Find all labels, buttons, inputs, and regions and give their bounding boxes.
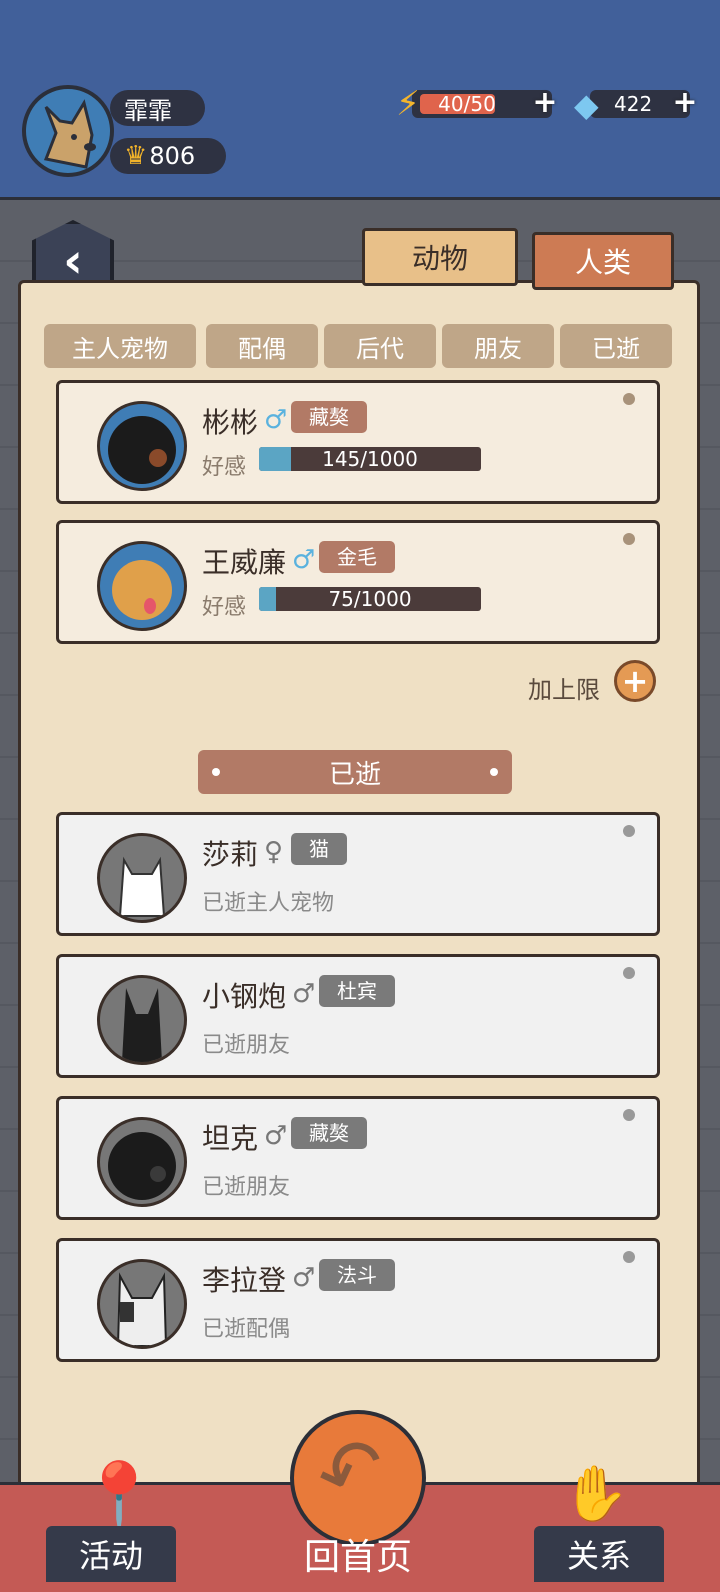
nav-activity-button[interactable]: 活动 (46, 1526, 176, 1582)
deceased-pet-card[interactable]: 小钢炮 ♂ 杜宾 已逝朋友 (56, 954, 660, 1078)
pet-avatar-mastiff (97, 1117, 187, 1207)
filter-deceased[interactable]: 已逝 (560, 324, 672, 368)
pet-card[interactable]: 王威廉 ♂ 金毛 好感 75/1000 (56, 520, 660, 644)
add-limit-button[interactable]: + (614, 660, 656, 702)
cat-icon (118, 856, 166, 917)
french-bulldog-icon (116, 1272, 168, 1346)
pet-name: 坦克 (202, 1122, 259, 1155)
breed-badge: 藏獒 (291, 401, 367, 433)
male-icon: ♂ (264, 1121, 288, 1151)
affection-value: 145/1000 (322, 447, 418, 471)
player-score-pill: ♛ 806 (110, 138, 226, 174)
filter-offspring[interactable]: 后代 (324, 324, 436, 368)
diamond-icon: ◆ (574, 86, 599, 124)
crown-icon: ♛ (124, 141, 148, 171)
golden-retriever-icon (112, 560, 172, 620)
deceased-pet-card[interactable]: 李拉登 ♂ 法斗 已逝配偶 (56, 1238, 660, 1362)
breed-badge: 猫 (291, 833, 347, 865)
gem-count: 422 (614, 92, 653, 116)
card-dot (623, 967, 635, 979)
card-dot (623, 1251, 635, 1263)
pet-card[interactable]: 彬彬 ♂ 藏獒 好感 145/1000 (56, 380, 660, 504)
mastiff-icon (108, 416, 176, 484)
pet-avatar-cat (97, 833, 187, 923)
add-limit-label: 加上限 (528, 676, 600, 704)
pet-name: 李拉登 (202, 1264, 287, 1297)
map-pin-icon: 📍 (78, 1458, 161, 1535)
energy-value: 40/50 (438, 92, 496, 116)
pet-name: 彬彬 (202, 406, 259, 439)
nav-home-button[interactable]: 回首页 (300, 1526, 416, 1582)
affection-value: 75/1000 (328, 587, 412, 611)
tab-human[interactable]: 人类 (532, 232, 674, 290)
card-dot (623, 533, 635, 545)
pet-avatar-bulldog (97, 1259, 187, 1349)
mastiff-icon (108, 1132, 176, 1200)
male-icon: ♂ (292, 545, 316, 575)
add-energy-button[interactable]: + (532, 88, 558, 118)
pet-name: 小钢炮 (202, 980, 287, 1013)
deceased-pet-card[interactable]: 莎莉 ♀ 猫 已逝主人宠物 (56, 812, 660, 936)
affection-bar: 75/1000 (259, 587, 481, 611)
pet-name: 莎莉 (202, 838, 259, 871)
affection-label: 好感 (202, 595, 247, 620)
filter-friends[interactable]: 朋友 (442, 324, 554, 368)
card-dot (623, 393, 635, 405)
pet-name: 王威廉 (202, 546, 287, 579)
deceased-relation: 已逝主人宠物 (202, 891, 335, 916)
deceased-relation: 已逝朋友 (202, 1175, 291, 1200)
pet-avatar-doberman (97, 975, 187, 1065)
deceased-pet-card[interactable]: 坦克 ♂ 藏獒 已逝朋友 (56, 1096, 660, 1220)
doberman-icon (122, 988, 162, 1062)
player-avatar[interactable] (22, 85, 114, 177)
add-gems-button[interactable]: + (672, 88, 698, 118)
card-dot (623, 825, 635, 837)
breed-badge: 杜宾 (319, 975, 395, 1007)
male-icon: ♂ (292, 979, 316, 1009)
nav-relation-button[interactable]: 关系 (534, 1526, 664, 1582)
deceased-relation: 已逝配偶 (202, 1317, 291, 1342)
deceased-relation: 已逝朋友 (202, 1033, 291, 1058)
dog-avatar-icon (43, 99, 96, 169)
player-score: 806 (149, 142, 196, 170)
affection-label: 好感 (202, 455, 247, 480)
pet-avatar-mastiff (97, 401, 187, 491)
paw-handshake-icon: ✋ (562, 1462, 630, 1525)
male-icon: ♂ (264, 405, 288, 435)
deceased-section-header: 已逝 (198, 750, 512, 794)
player-name: 霏霏 (110, 90, 205, 126)
filter-owner-pet[interactable]: 主人宠物 (44, 324, 196, 368)
tab-animal[interactable]: 动物 (362, 228, 518, 286)
filter-spouse[interactable]: 配偶 (206, 324, 318, 368)
affection-bar: 145/1000 (259, 447, 481, 471)
lightning-icon: ⚡ (396, 84, 420, 124)
breed-badge: 金毛 (319, 541, 395, 573)
male-icon: ♂ (292, 1263, 316, 1293)
card-dot (623, 1109, 635, 1121)
pet-avatar-golden (97, 541, 187, 631)
female-icon: ♀ (264, 837, 284, 867)
breed-badge: 法斗 (319, 1259, 395, 1291)
breed-badge: 藏獒 (291, 1117, 367, 1149)
